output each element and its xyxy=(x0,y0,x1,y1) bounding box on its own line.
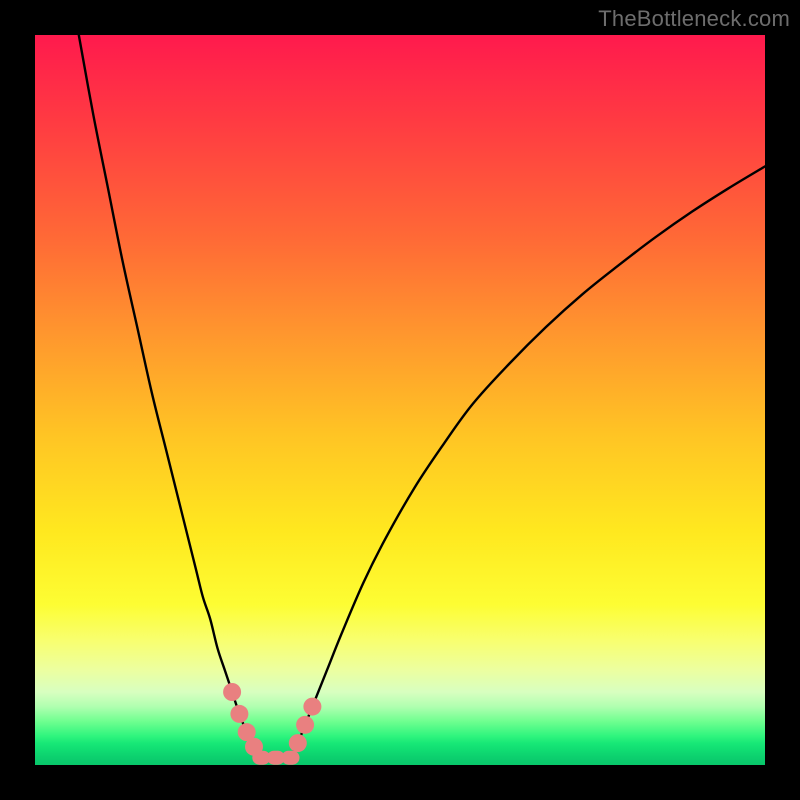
chart-plot-area xyxy=(35,35,765,765)
chart-svg xyxy=(35,35,765,765)
outer-frame: TheBottleneck.com xyxy=(0,0,800,800)
highlight-points xyxy=(223,683,321,765)
watermark-text: TheBottleneck.com xyxy=(598,6,790,32)
left-curve xyxy=(79,35,261,758)
highlight-point xyxy=(230,705,248,723)
highlight-point xyxy=(289,734,307,752)
highlight-point xyxy=(282,751,300,765)
highlight-point xyxy=(223,683,241,701)
right-curve xyxy=(291,166,766,757)
highlight-point xyxy=(303,698,321,716)
highlight-point xyxy=(296,716,314,734)
